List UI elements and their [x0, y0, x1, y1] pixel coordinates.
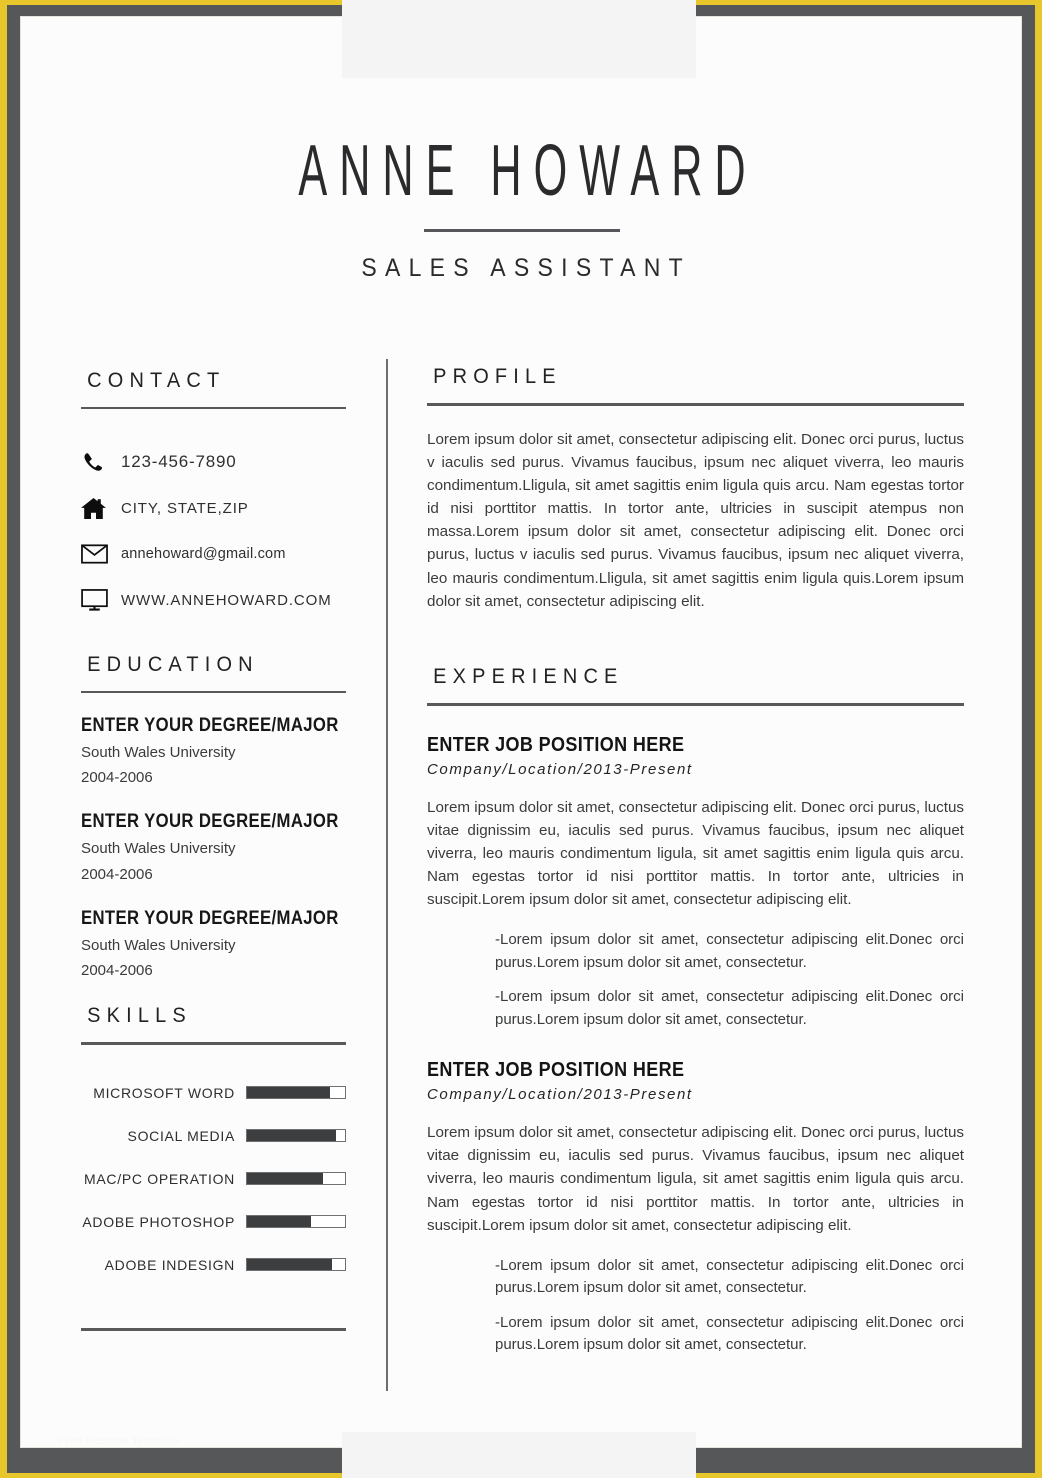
- education-degree: ENTER YOUR DEGREE/MAJOR: [81, 811, 339, 833]
- contact-heading-rule: [81, 407, 346, 409]
- contact-website-value: WWW.ANNEHOWARD.COM: [121, 591, 332, 609]
- page-title: ANNE HOWARD: [298, 131, 758, 211]
- education-item: ENTER YOUR DEGREE/MAJOR South Wales Univ…: [81, 908, 346, 980]
- job-company-meta: Company/Location/2013-Present: [427, 1086, 693, 1104]
- skill-bar: [246, 1129, 346, 1143]
- skills-heading: SKILLS: [87, 1004, 192, 1028]
- experience-job: ENTER JOB POSITION HERE Company/Location…: [427, 1059, 964, 1356]
- education-list: ENTER YOUR DEGREE/MAJOR South Wales Univ…: [81, 715, 346, 980]
- skill-label: ADOBE INDESIGN: [104, 1256, 235, 1273]
- job-company-meta: Company/Location/2013-Present: [427, 760, 693, 778]
- header-subtitle: SALES ASSISTANT: [361, 254, 691, 282]
- skill-bar: [246, 1172, 346, 1186]
- profile-text: Lorem ipsum dolor sit amet, consectetur …: [427, 431, 964, 610]
- job-position-title: ENTER JOB POSITION HERE: [427, 733, 685, 756]
- skill-row: MICROSOFT WORD: [81, 1071, 346, 1114]
- skill-label: MICROSOFT WORD: [93, 1084, 235, 1101]
- education-years: 2004-2006: [81, 769, 153, 787]
- job-position-title: ENTER JOB POSITION HERE: [427, 1059, 685, 1082]
- experience-job: ENTER JOB POSITION HERE Company/Location…: [427, 734, 964, 1031]
- skills-heading-rule: [81, 1042, 346, 1046]
- education-section: EDUCATION ENTER YOUR DEGREE/MAJOR South …: [81, 653, 346, 980]
- job-bullet-list: -Lorem ipsum dolor sit amet, consectetur…: [427, 1255, 964, 1357]
- education-degree: ENTER YOUR DEGREE/MAJOR: [81, 715, 339, 736]
- skill-bar: [246, 1258, 346, 1272]
- profile-heading: PROFILE: [433, 365, 562, 388]
- skills-list: MICROSOFT WORD SOCIAL MEDIA MAC/PC OPERA…: [81, 1071, 346, 1286]
- job-description: Lorem ipsum dolor sit amet, consectetur …: [427, 1124, 964, 1234]
- job-bullet: -Lorem ipsum dolor sit amet, consectetur…: [495, 988, 964, 1028]
- job-bullet: -Lorem ipsum dolor sit amet, consectetur…: [495, 931, 964, 971]
- envelope-icon: [81, 544, 121, 564]
- education-item: ENTER YOUR DEGREE/MAJOR South Wales Univ…: [81, 715, 346, 787]
- contact-phone-value: 123-456-7890: [121, 452, 237, 471]
- bottom-overlay-tab: [342, 1432, 696, 1478]
- education-school: South Wales University: [81, 744, 236, 761]
- skill-bar-fill: [247, 1259, 333, 1271]
- contact-item-phone[interactable]: 123-456-7890: [81, 439, 346, 485]
- skill-label: MAC/PC OPERATION: [84, 1170, 235, 1187]
- contact-item-email[interactable]: annehoward@gmail.com: [81, 531, 346, 577]
- skill-row: SOCIAL MEDIA: [81, 1114, 346, 1157]
- skill-bar-fill: [247, 1087, 331, 1099]
- education-school: South Wales University: [81, 840, 236, 858]
- skill-row: ADOBE PHOTOSHOP: [81, 1200, 346, 1243]
- column-divider: [386, 359, 388, 1391]
- education-heading: EDUCATION: [87, 653, 259, 676]
- skill-bar-fill: [247, 1173, 324, 1185]
- contact-item-website[interactable]: WWW.ANNEHOWARD.COM: [81, 577, 346, 623]
- skill-label: SOCIAL MEDIA: [127, 1127, 235, 1144]
- job-bullet: -Lorem ipsum dolor sit amet, consectetur…: [495, 1256, 964, 1297]
- skill-bar-fill: [247, 1130, 337, 1142]
- contact-email-value: annehoward@gmail.com: [121, 546, 286, 562]
- resume-page: ANNE HOWARD SALES ASSISTANT CONTACT 123-…: [0, 0, 1042, 1478]
- education-years: 2004-2006: [81, 961, 153, 979]
- job-description: Lorem ipsum dolor sit amet, consectetur …: [427, 798, 964, 909]
- sidebar-bottom-rule: [81, 1328, 346, 1332]
- contact-section: CONTACT 123-456-7890 CITY, STATE,ZIP ann…: [81, 369, 346, 623]
- paper-surface: ANNE HOWARD SALES ASSISTANT CONTACT 123-…: [20, 16, 1022, 1448]
- profile-section: PROFILE Lorem ipsum dolor sit amet, cons…: [427, 365, 964, 613]
- job-bullet-list: -Lorem ipsum dolor sit amet, consectetur…: [427, 929, 964, 1031]
- contact-address-value: CITY, STATE,ZIP: [121, 499, 249, 517]
- contact-list: 123-456-7890 CITY, STATE,ZIP annehoward@…: [81, 439, 346, 623]
- experience-heading: EXPERIENCE: [433, 664, 624, 688]
- skill-row: MAC/PC OPERATION: [81, 1157, 346, 1200]
- skill-bar: [246, 1215, 346, 1229]
- header-divider-rule: [424, 229, 620, 232]
- education-school: South Wales University: [81, 936, 236, 954]
- job-bullet: -Lorem ipsum dolor sit amet, consectetur…: [495, 1313, 964, 1354]
- skills-section: SKILLS MICROSOFT WORD SOCIAL MEDIA MAC/P…: [81, 1004, 346, 1332]
- skill-bar: [246, 1086, 346, 1100]
- monitor-icon: [81, 589, 121, 611]
- watermark-text: Free Resume Template: [59, 1435, 180, 1447]
- home-icon: [81, 497, 121, 520]
- sidebar-column: CONTACT 123-456-7890 CITY, STATE,ZIP ann…: [81, 369, 346, 1332]
- education-heading-rule: [81, 691, 346, 693]
- main-column: PROFILE Lorem ipsum dolor sit amet, cons…: [427, 365, 964, 1369]
- phone-icon: [81, 451, 121, 473]
- experience-heading-rule: [427, 702, 964, 706]
- skill-bar-fill: [247, 1216, 311, 1228]
- experience-section: EXPERIENCE ENTER JOB POSITION HERE Compa…: [427, 665, 964, 1357]
- skill-row: ADOBE INDESIGN: [81, 1243, 346, 1286]
- education-degree: ENTER YOUR DEGREE/MAJOR: [81, 907, 339, 929]
- contact-heading: CONTACT: [87, 369, 226, 392]
- contact-item-address[interactable]: CITY, STATE,ZIP: [81, 485, 346, 531]
- top-overlay-tab: [342, 0, 696, 78]
- education-item: ENTER YOUR DEGREE/MAJOR South Wales Univ…: [81, 811, 346, 883]
- education-years: 2004-2006: [81, 865, 153, 883]
- skill-label: ADOBE PHOTOSHOP: [82, 1213, 235, 1230]
- profile-heading-rule: [427, 403, 964, 406]
